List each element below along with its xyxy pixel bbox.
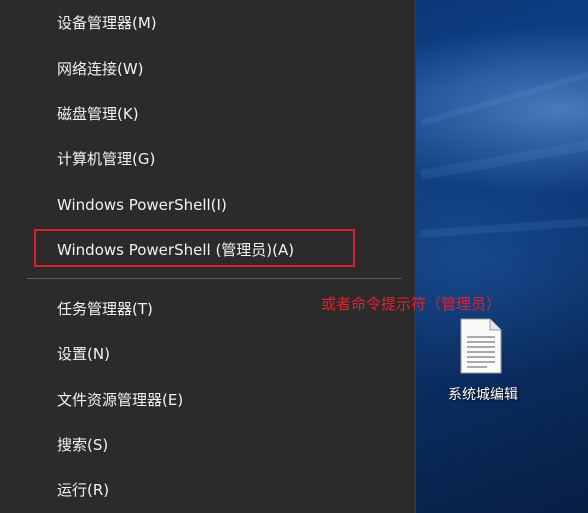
light-ray (420, 59, 588, 126)
highlight-box (34, 229, 355, 267)
desktop-file-label[interactable]: 系统城编辑 (436, 384, 530, 404)
menu-separator (27, 278, 402, 279)
document-icon-graphic (460, 318, 502, 374)
menu-item-run[interactable]: 运行(R) (0, 468, 415, 512)
menu-item-disk-management[interactable]: 磁盘管理(K) (0, 92, 415, 136)
light-ray (420, 214, 588, 238)
menu-item-device-manager[interactable]: 设备管理器(M) (0, 1, 415, 45)
menu-item-powershell[interactable]: Windows PowerShell(I) (0, 183, 415, 227)
menu-item-settings[interactable]: 设置(N) (0, 332, 415, 376)
menu-item-computer-management[interactable]: 计算机管理(G) (0, 137, 415, 181)
annotation-note: 或者命令提示符（管理员） (321, 295, 502, 313)
document-icon[interactable] (459, 318, 503, 374)
menu-item-file-explorer[interactable]: 文件资源管理器(E) (0, 378, 415, 422)
light-ray (420, 131, 588, 180)
menu-item-search[interactable]: 搜索(S) (0, 423, 415, 467)
menu-item-network-connections[interactable]: 网络连接(W) (0, 47, 415, 91)
